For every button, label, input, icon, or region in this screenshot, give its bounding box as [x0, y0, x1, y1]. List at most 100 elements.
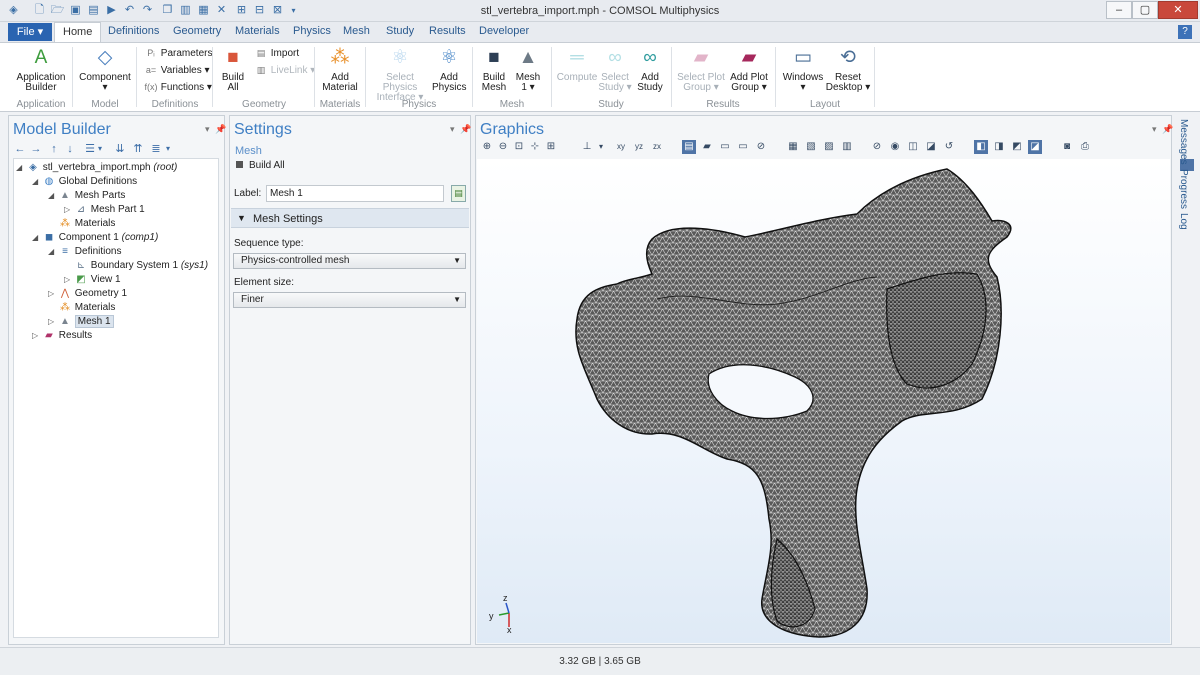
panel-menu-icon[interactable]: ▾: [450, 124, 455, 135]
tree-node-mesh-parts[interactable]: ◢ ▲ Mesh Parts: [48, 189, 125, 202]
hide-entities-icon[interactable]: ⊘: [870, 140, 884, 154]
scene-light-icon[interactable]: ▰: [700, 140, 714, 154]
invert-selection-icon[interactable]: ▨: [822, 140, 836, 154]
graphics-canvas[interactable]: z y x: [477, 159, 1170, 643]
select-boundaries-icon[interactable]: ▭: [736, 140, 750, 154]
sort-dropdown-icon[interactable]: ▾: [161, 142, 175, 156]
help-icon[interactable]: ?: [1178, 25, 1192, 39]
pin-icon[interactable]: 📌: [460, 124, 471, 135]
build-mesh-button[interactable]: ■ Build Mesh: [478, 47, 510, 93]
transparency-icon[interactable]: ▭: [718, 140, 732, 154]
expanded-icon[interactable]: ◢: [48, 189, 58, 202]
select-edge-icon[interactable]: ◩: [1010, 140, 1024, 154]
hide-icon[interactable]: ⊘: [754, 140, 768, 154]
zoom-in-icon[interactable]: ⊕: [480, 140, 494, 154]
collapsed-icon[interactable]: ▷: [48, 315, 58, 328]
tree-node-view-1[interactable]: ▷ ◩ View 1: [64, 273, 121, 286]
expand-all-icon[interactable]: ⇊: [113, 142, 127, 156]
move-down-icon[interactable]: ↓: [63, 142, 77, 156]
select-boundary-icon[interactable]: ◨: [992, 140, 1006, 154]
zoom-extents-icon[interactable]: ⊞: [544, 140, 558, 154]
collapse-all-icon[interactable]: ⇈: [131, 142, 145, 156]
print-icon[interactable]: ⎙: [1078, 140, 1092, 154]
tab-home[interactable]: Home: [54, 22, 102, 42]
tree-node-materials[interactable]: ⁂ Materials: [48, 301, 115, 314]
component-button[interactable]: ◇ Component ▾: [78, 47, 132, 93]
tree-node-global-definitions[interactable]: ◢ ◍ Global Definitions: [32, 175, 137, 188]
tab-results[interactable]: Results: [429, 25, 466, 37]
import-button[interactable]: ▤ Import: [254, 48, 299, 59]
add-material-button[interactable]: ⁂ Add Material: [318, 47, 362, 93]
clear-selection-icon[interactable]: ▧: [804, 140, 818, 154]
element-size-select[interactable]: Finer ▼: [233, 292, 466, 308]
build-all-link[interactable]: Build All: [236, 160, 285, 171]
panel-menu-icon[interactable]: ▾: [1152, 124, 1157, 135]
select-plot-group-button[interactable]: ▰ Select Plot Group ▾: [675, 47, 727, 93]
collapsed-icon[interactable]: ▷: [64, 273, 74, 286]
selection-list-icon[interactable]: ▥: [840, 140, 854, 154]
tab-developer[interactable]: Developer: [479, 25, 529, 37]
collapsed-icon[interactable]: ▷: [64, 203, 74, 216]
tab-materials[interactable]: Materials: [235, 25, 280, 37]
expanded-icon[interactable]: ◢: [32, 231, 42, 244]
variables-button[interactable]: a= Variables ▾: [144, 65, 210, 76]
tab-progress[interactable]: Progress: [1178, 169, 1189, 209]
tree-node-component-1[interactable]: ◢ ◼ Component 1 (comp1): [32, 231, 158, 244]
livelink-button[interactable]: ▥ LiveLink ▾: [254, 65, 316, 76]
select-domain-icon[interactable]: ◧: [974, 140, 988, 154]
compute-button[interactable]: ═ Compute: [556, 47, 598, 83]
select-study-button[interactable]: ∞ Select Study ▾: [598, 47, 632, 93]
mesh1-button[interactable]: ▲ Mesh 1 ▾: [512, 47, 544, 93]
tab-log[interactable]: Log: [1178, 213, 1189, 230]
tree-node-global-materials[interactable]: ⁂ Materials: [48, 217, 115, 230]
build-all-button[interactable]: ■ Build All: [216, 47, 250, 93]
tree-node-mesh-part-1[interactable]: ▷ ⊿ Mesh Part 1: [64, 203, 145, 216]
tab-mesh[interactable]: Mesh: [343, 25, 370, 37]
panel-menu-icon[interactable]: ▾: [205, 124, 210, 135]
tree-node-results[interactable]: ▷ ▰ Results: [32, 329, 92, 342]
add-study-button[interactable]: ∞ Add Study: [634, 47, 666, 93]
back-arrow-icon[interactable]: ←: [13, 142, 27, 156]
add-plot-group-button[interactable]: ▰ Add Plot Group ▾: [727, 47, 771, 93]
select-physics-interface-button[interactable]: ⚛ Select Physics Interface ▾: [369, 47, 431, 103]
functions-button[interactable]: f(x) Functions ▾: [144, 82, 212, 93]
expanded-icon[interactable]: ◢: [32, 175, 42, 188]
hide-selected-icon[interactable]: ◪: [924, 140, 938, 154]
maximize-button[interactable]: ▢: [1132, 1, 1158, 19]
parameters-button[interactable]: Pᵢ Parameters: [144, 48, 212, 59]
wireframe-rendering-icon[interactable]: ▤: [682, 140, 696, 154]
expanded-icon[interactable]: ◢: [48, 245, 58, 258]
label-input[interactable]: [266, 185, 444, 202]
tree-node-boundary-system-1[interactable]: ⊾ Boundary System 1 (sys1): [64, 259, 208, 272]
mesh-settings-section-header[interactable]: ▼ Mesh Settings: [231, 208, 469, 228]
close-button[interactable]: ✕: [1158, 1, 1198, 19]
application-builder-button[interactable]: A Application Builder: [14, 47, 68, 93]
tab-physics[interactable]: Physics: [293, 25, 331, 37]
tab-definitions[interactable]: Definitions: [108, 25, 159, 37]
windows-button[interactable]: ▭ Windows ▾: [781, 47, 825, 93]
zoom-selected-icon[interactable]: ⊹: [528, 140, 542, 154]
select-all-icon[interactable]: ▦: [786, 140, 800, 154]
show-entities-icon[interactable]: ◉: [888, 140, 902, 154]
view-zx-icon[interactable]: zx: [650, 140, 664, 154]
collapsed-icon[interactable]: ▷: [48, 287, 58, 300]
show-only-icon[interactable]: ◫: [906, 140, 920, 154]
pin-icon[interactable]: 📌: [215, 124, 226, 135]
view-yz-icon[interactable]: yz: [632, 140, 646, 154]
reset-label-icon[interactable]: ▤: [451, 185, 466, 202]
tab-messages[interactable]: Messages: [1178, 119, 1189, 165]
file-menu-button[interactable]: File ▾: [8, 23, 52, 41]
collapsed-icon[interactable]: ▷: [32, 329, 42, 342]
tree-node-geometry-1[interactable]: ▷ ⋀ Geometry 1: [48, 287, 127, 300]
reset-hiding-icon[interactable]: ↺: [942, 140, 956, 154]
show-dropdown-icon[interactable]: ▾: [93, 142, 107, 156]
tree-node-mesh-1[interactable]: ▷ ▲ Mesh 1: [48, 315, 114, 328]
tree-node-definitions[interactable]: ◢ ≡ Definitions: [48, 245, 121, 258]
move-up-icon[interactable]: ↑: [47, 142, 61, 156]
zoom-box-icon[interactable]: ⊡: [512, 140, 526, 154]
zoom-out-icon[interactable]: ⊖: [496, 140, 510, 154]
pin-icon[interactable]: 📌: [1162, 124, 1173, 135]
sequence-type-select[interactable]: Physics-controlled mesh ▼: [233, 253, 466, 269]
tab-geometry[interactable]: Geometry: [173, 25, 221, 37]
forward-arrow-icon[interactable]: →: [29, 142, 43, 156]
